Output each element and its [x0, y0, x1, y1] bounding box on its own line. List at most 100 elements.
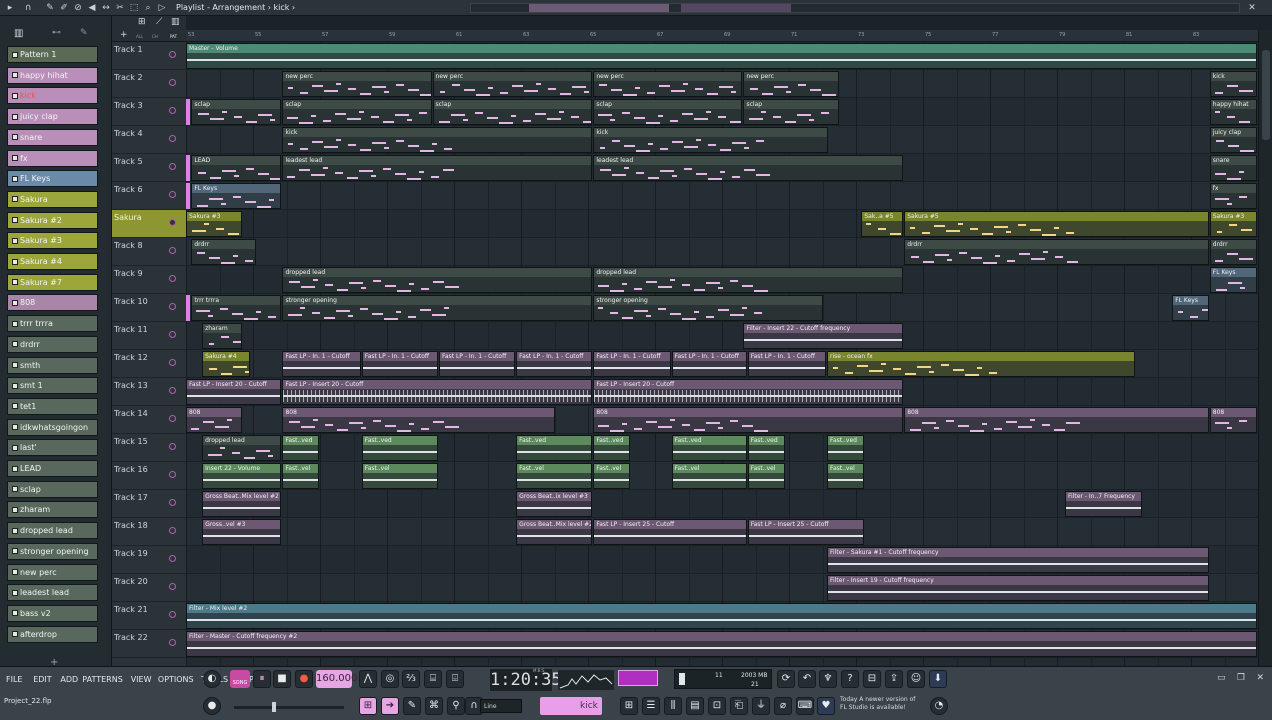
mute-tool-icon[interactable]: ◀	[86, 2, 98, 14]
pattern-clip[interactable]: dropped lead	[282, 267, 593, 293]
draw-tool-icon[interactable]: ✎	[44, 2, 56, 14]
track-activity-icon[interactable]	[169, 471, 176, 478]
playlist-button-icon[interactable]: ▤	[686, 697, 704, 715]
automation-clip[interactable]: Fast..vel	[593, 463, 630, 489]
track-header[interactable]: Track 3	[112, 98, 186, 126]
track-header[interactable]: Track 16	[112, 462, 186, 490]
automation-clip[interactable]: Fast LP - In. 1 - Cutoff	[593, 351, 671, 377]
vertical-scrollbar[interactable]	[1258, 30, 1272, 666]
automation-clip[interactable]: Fast LP - In. 1 - Cutoff	[361, 351, 438, 377]
magnet-icon[interactable]: ∩	[22, 2, 34, 14]
paint-tool-icon[interactable]: ✐	[58, 2, 70, 14]
track-activity-icon[interactable]	[169, 107, 176, 114]
automation-clip[interactable]: Fast..ved	[282, 435, 319, 461]
pattern-clip[interactable]: FL Keys	[191, 183, 282, 209]
record-icon[interactable]: ●	[295, 670, 313, 688]
menu-patterns[interactable]: PATTERNS	[82, 675, 122, 684]
track-header[interactable]: Track 15	[112, 434, 186, 462]
track-activity-icon[interactable]	[169, 247, 176, 254]
news-refresh-icon[interactable]: ◔	[930, 697, 948, 715]
automation-clip[interactable]: Fast LP - Insert 25 - Cutoff	[593, 519, 747, 545]
track-activity-icon[interactable]	[169, 79, 176, 86]
automation-clip[interactable]: Fast..vel	[827, 463, 864, 489]
pattern-clip[interactable]: trrr trrra	[191, 295, 282, 321]
piano-icon[interactable]: ▥	[14, 28, 23, 39]
automation-clip[interactable]: Fast..vel	[516, 463, 593, 489]
track-activity-icon[interactable]	[169, 443, 176, 450]
track-activity-icon[interactable]	[169, 191, 176, 198]
pattern-song-toggle-icon[interactable]: ◐	[203, 670, 221, 688]
blend-notes-icon[interactable]: ⌹	[446, 670, 464, 688]
automation-clip[interactable]: Gross Beat..Mix level #2	[202, 491, 282, 517]
pattern-clip[interactable]: juicy clap	[1209, 127, 1257, 153]
picker-item[interactable]: Sakura #2	[7, 211, 98, 229]
plugin-database-icon[interactable]: ⎗	[730, 697, 748, 715]
pattern-clip[interactable]: 808	[593, 407, 904, 433]
picker-item[interactable]: idkwhatsgoingon	[7, 418, 98, 436]
track-activity-icon[interactable]	[169, 527, 176, 534]
picker-item[interactable]: juicy clap	[7, 108, 98, 126]
picker-item[interactable]: Sakura	[7, 190, 98, 208]
automation-clip[interactable]: Fast LP - In. 1 - Cutoff	[516, 351, 593, 377]
track-header[interactable]: Track 20	[112, 574, 186, 602]
wait-for-input-icon[interactable]: ◎	[381, 670, 399, 688]
help-icon[interactable]: ?	[841, 670, 859, 688]
track-activity-icon[interactable]	[169, 499, 176, 506]
export-icon[interactable]: ⇪	[885, 670, 903, 688]
track-activity-icon[interactable]	[169, 611, 176, 618]
automation-clip[interactable]: Fast..ved	[593, 435, 630, 461]
pattern-clip[interactable]: zharam	[202, 323, 242, 349]
pattern-clip[interactable]: drdrr	[191, 239, 256, 265]
track-header[interactable]: Track 5	[112, 154, 186, 182]
channel-rack-icon[interactable]: ☰	[642, 697, 660, 715]
pattern-clip[interactable]: new perc	[593, 71, 743, 97]
pattern-clip[interactable]: new perc	[432, 71, 593, 97]
pattern-clip[interactable]: drdrr	[1209, 239, 1257, 265]
pattern-clip[interactable]: 808	[904, 407, 1209, 433]
waveform-icon[interactable]: ⟋	[156, 17, 162, 27]
arrow-icon[interactable]: ➔	[381, 697, 399, 715]
automation-clip[interactable]: Filter - Mix level #2	[186, 603, 1257, 629]
pattern-clip[interactable]: Sakura #5	[904, 211, 1209, 237]
automation-clip[interactable]: Filter - Insert 22 - Cutoff frequency	[743, 323, 904, 349]
fl-cloud-icon[interactable]: ♥	[817, 697, 835, 715]
automation-clip[interactable]: Fast..vel	[361, 463, 438, 489]
paint-icon[interactable]: ⌘	[425, 697, 443, 715]
automation-clip[interactable]: Fast LP - In. 1 - Cutoff	[747, 351, 827, 377]
slip-tool-icon[interactable]: ↔	[100, 2, 112, 14]
pattern-clip[interactable]: dropped lead	[202, 435, 282, 461]
picker-item[interactable]: happy hihat	[7, 66, 98, 84]
track-header[interactable]: Track 9	[112, 266, 186, 294]
automation-clip[interactable]: Fast LP - In. 1 - Cutoff	[282, 351, 361, 377]
picker-item[interactable]: tet1	[7, 397, 98, 415]
automation-clip[interactable]: Fast..ved	[671, 435, 747, 461]
pattern-clip[interactable]: FL Keys	[1209, 267, 1257, 293]
undo-icon[interactable]: ↶	[798, 670, 816, 688]
track-header[interactable]: Track 1	[112, 42, 186, 70]
arrangement-grid[interactable]: Master - Volume new perc new perc new perc n…	[186, 30, 1258, 666]
automation-clip[interactable]: Fast LP - Insert 20 - Cutoff	[593, 379, 904, 405]
picker-item[interactable]: last'	[7, 439, 98, 457]
master-volume-knob[interactable]: ●	[203, 697, 221, 715]
window-close-icon[interactable]: ✕	[1256, 673, 1264, 683]
picker-item[interactable]: fx	[7, 149, 98, 167]
chat-icon[interactable]: ☺	[907, 670, 925, 688]
news-panel[interactable]: Today A newer version of FL Studio is av…	[840, 696, 915, 712]
pattern-clip[interactable]: kick	[593, 127, 829, 153]
picker-item[interactable]: new perc	[7, 563, 98, 581]
track-header[interactable]: Track 19	[112, 546, 186, 574]
automation-clip[interactable]: Master - Volume	[186, 43, 1257, 69]
automation-clip[interactable]: Fast..ved	[516, 435, 593, 461]
pattern-clip[interactable]: sclap	[743, 99, 839, 125]
draw-icon[interactable]: ✎	[403, 697, 421, 715]
piano-roll-button-icon[interactable]: ⫼	[664, 697, 682, 715]
pattern-mode-icon[interactable]: ⊞	[359, 697, 377, 715]
menu-edit[interactable]: EDIT	[33, 675, 51, 684]
select-tool-icon[interactable]: ⬚	[128, 2, 140, 14]
pattern-clip[interactable]: rise - ocean fx	[827, 351, 1135, 377]
pattern-clip[interactable]: 808	[1209, 407, 1257, 433]
pattern-clip[interactable]: kick	[282, 127, 593, 153]
track-header[interactable]: Track 10	[112, 294, 186, 322]
playlist-options-icon[interactable]: ▸	[4, 2, 16, 14]
track-activity-icon[interactable]	[169, 51, 176, 58]
